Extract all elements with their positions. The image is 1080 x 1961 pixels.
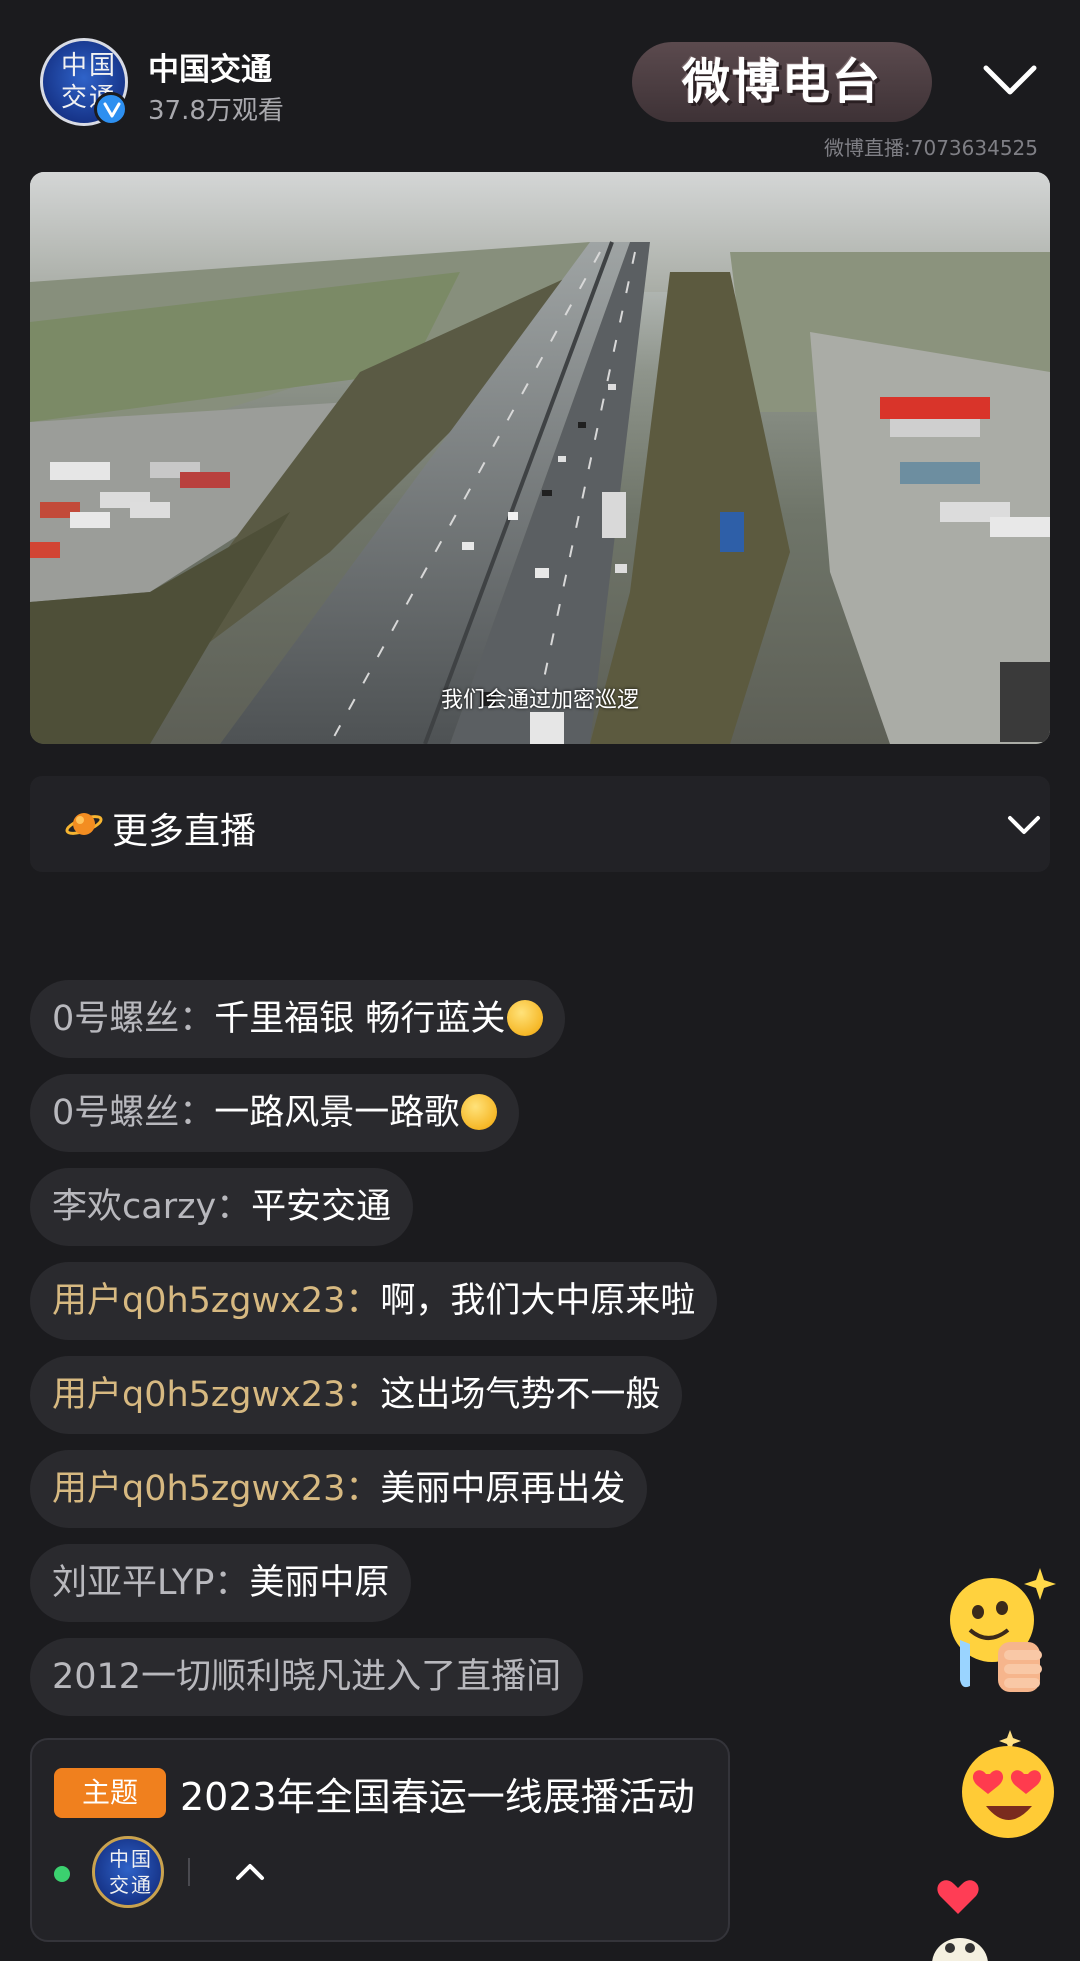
- live-room-id: 微博直播:7073634525: [824, 136, 1038, 160]
- heart-eyes-emoji: [962, 1730, 1054, 1838]
- chevron-down-icon: [1008, 816, 1040, 834]
- chat-username[interactable]: 李欢carzy：: [52, 1187, 251, 1227]
- avatar-char: 中: [61, 51, 88, 81]
- topic-card[interactable]: 主题 2023年全国春运一线展播活动 中 国 交 通: [30, 1738, 730, 1942]
- chat-message: 用户q0h5zgwx23：美丽中原再出发: [30, 1450, 648, 1528]
- avatar-char: 交: [61, 83, 88, 113]
- verified-icon: [94, 92, 128, 126]
- live-header: 中 国 交 通 中国交通 37.8万观看 微博电台 微博直播:707363452…: [0, 0, 1080, 168]
- more-live-label: 更多直播: [112, 811, 257, 852]
- chat-username[interactable]: 0号螺丝：: [52, 1093, 214, 1133]
- reaction-emoji: [932, 1938, 988, 1961]
- chat-username[interactable]: 用户q0h5zgwx23：: [52, 1281, 380, 1321]
- chat-system-message: 2012一切顺利晓凡进入了直播间: [30, 1638, 584, 1716]
- chat-text: 这出场气势不一般: [380, 1375, 661, 1415]
- chat-message: 用户q0h5zgwx23：啊，我们大中原来啦: [30, 1262, 718, 1340]
- topic-title[interactable]: 2023年全国春运一线展播活动: [180, 1766, 695, 1821]
- chevron-down-icon: [983, 65, 1037, 95]
- chat-message: 0号螺丝：千里福银 畅行蓝关: [30, 980, 566, 1058]
- avatar-char: 国: [89, 51, 116, 81]
- chat-text: 美丽中原: [249, 1563, 390, 1603]
- chat-text: 平安交通: [251, 1187, 392, 1227]
- blush-emoji: [507, 1000, 544, 1036]
- chat-message: 0号螺丝：一路风景一路歌: [30, 1074, 520, 1152]
- avatar-char: 交: [109, 1873, 129, 1897]
- planet-icon: [65, 813, 103, 835]
- chat-text: 一路风景一路歌: [214, 1093, 460, 1133]
- topic-tag: 主题: [54, 1768, 166, 1818]
- chat-username[interactable]: 用户q0h5zgwx23：: [52, 1375, 380, 1415]
- heart-icon: [937, 1880, 979, 1914]
- chat-username[interactable]: 刘亚平LYP：: [52, 1563, 249, 1603]
- chat-message: 刘亚平LYP：美丽中原: [30, 1544, 412, 1622]
- weibo-radio-logo-text: 微博电台: [681, 54, 882, 110]
- chat-message: 李欢carzy：平安交通: [30, 1168, 414, 1246]
- online-status-dot: [54, 1866, 70, 1882]
- chat-username[interactable]: 0号螺丝：: [52, 999, 214, 1039]
- avatar-char: 通: [131, 1873, 151, 1897]
- viewer-count: 37.8万观看: [148, 96, 284, 126]
- thumbs-up-emoji: [950, 1568, 1056, 1692]
- more-live-bar[interactable]: 更多直播: [30, 776, 1050, 872]
- chevron-up-icon: [236, 1864, 264, 1880]
- blush-emoji: [461, 1094, 498, 1130]
- avatar-char: 国: [131, 1847, 151, 1871]
- expand-button[interactable]: [228, 1852, 272, 1892]
- chat-username[interactable]: 用户q0h5zgwx23：: [52, 1469, 380, 1509]
- channel-name[interactable]: 中国交通: [148, 44, 272, 89]
- highway-aerial-image: [30, 172, 1050, 744]
- chat-text: 啊，我们大中原来啦: [380, 1281, 696, 1321]
- weibo-radio-logo: 微博电台: [632, 42, 932, 122]
- collapse-button[interactable]: [978, 56, 1042, 106]
- video-subtitle: 我们会通过加密巡逻: [440, 688, 639, 713]
- host-avatar[interactable]: 中 国 交 通: [92, 1836, 164, 1908]
- live-video-player[interactable]: 我们会通过加密巡逻: [30, 172, 1050, 744]
- divider: [188, 1858, 190, 1886]
- avatar-char: 中: [109, 1847, 129, 1871]
- chat-text: 美丽中原再出发: [380, 1469, 626, 1509]
- chat-message: 用户q0h5zgwx23：这出场气势不一般: [30, 1356, 683, 1434]
- chat-text: 千里福银 畅行蓝关: [214, 999, 506, 1039]
- chat-system-text: 2012一切顺利晓凡进入了直播间: [52, 1657, 562, 1697]
